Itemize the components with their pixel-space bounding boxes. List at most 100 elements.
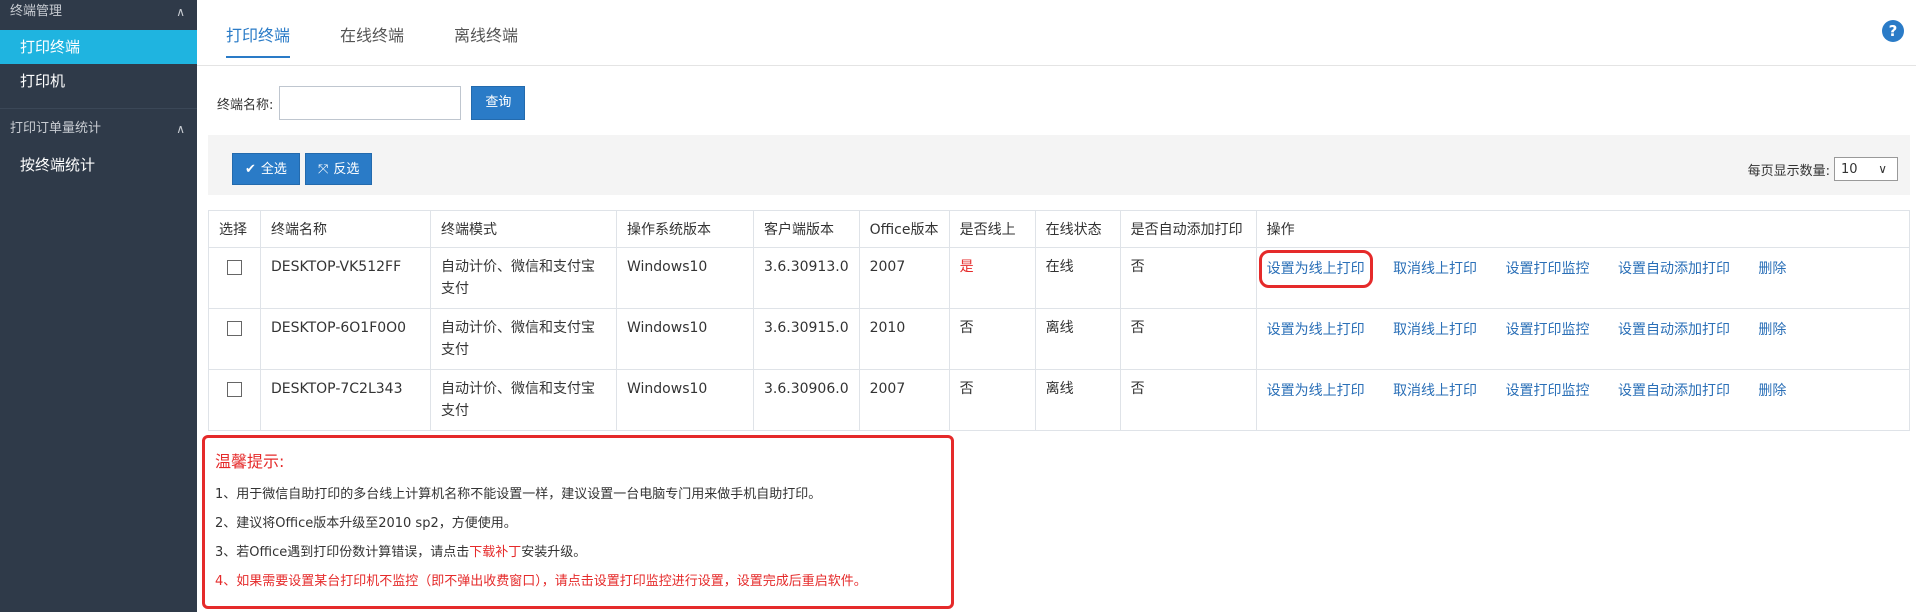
tip-line: 3、若Office遇到打印份数计算错误，请点击下载补丁安装升级。 <box>215 538 941 567</box>
set-online-print-link[interactable]: 设置为线上打印 <box>1258 250 1373 288</box>
tab-print-terminal[interactable]: 打印终端 <box>226 22 291 58</box>
cell-name: DESKTOP-6O1F0O0 <box>260 308 431 370</box>
page-size-label: 每页显示数量: <box>1747 163 1830 179</box>
cancel-online-print-link[interactable]: 取消线上打印 <box>1393 319 1477 341</box>
sidebar-item-label: 按终端统计 <box>20 156 96 174</box>
invert-selection-label: 反选 <box>333 162 360 177</box>
sidebar-group-order-stats[interactable]: 打印订单量统计 ∧ <box>0 108 197 148</box>
sidebar-item-label: 打印机 <box>20 72 66 90</box>
toolbar: ✔ 全选 ⤧ 反选 每页显示数量: 10 ∨ <box>208 135 1910 195</box>
tips-panel: 温馨提示: 1、用于微信自助打印的多台线上计算机名称不能设置一样，建议设置一台电… <box>202 435 954 609</box>
set-online-print-link[interactable]: 设置为线上打印 <box>1267 319 1365 341</box>
cell-client: 3.6.30913.0 <box>753 247 860 309</box>
cell-os: Windows10 <box>616 247 754 309</box>
cell-actions: 设置为线上打印 取消线上打印 设置打印监控 设置自动添加打印 删除 <box>1255 308 1911 370</box>
terminal-name-input[interactable] <box>279 86 462 120</box>
download-patch-link[interactable]: 下载补丁 <box>469 545 521 560</box>
col-header-name: 终端名称 <box>260 210 431 248</box>
set-auto-add-print-link[interactable]: 设置自动添加打印 <box>1618 258 1730 280</box>
cell-os: Windows10 <box>616 369 754 431</box>
tab-bar: 打印终端 在线终端 离线终端 ? <box>197 0 1916 66</box>
col-header-online: 是否线上 <box>948 210 1036 248</box>
cell-actions: 设置为线上打印 取消线上打印 设置打印监控 设置自动添加打印 删除 <box>1255 369 1911 431</box>
cell-mode: 自动计价、微信和支付宝支付 <box>430 369 617 431</box>
cell-name: DESKTOP-7C2L343 <box>260 369 431 431</box>
row-checkbox[interactable] <box>227 260 242 275</box>
tips-title: 温馨提示: <box>215 452 285 471</box>
main-content: 打印终端 在线终端 离线终端 ? 终端名称: 查询 ✔ 全选 ⤧ 反选 每页显示数量… <box>197 0 1916 612</box>
sidebar-item-label: 打印终端 <box>20 38 81 56</box>
cell-online: 否 <box>948 308 1036 370</box>
table-row: DESKTOP-VK512FF 自动计价、微信和支付宝支付 Windows10 … <box>208 247 1911 309</box>
cell-online: 是 <box>948 247 1036 309</box>
col-header-os: 操作系统版本 <box>616 210 754 248</box>
delete-link[interactable]: 删除 <box>1758 380 1786 402</box>
set-online-print-link[interactable]: 设置为线上打印 <box>1267 380 1365 402</box>
table-row: DESKTOP-6O1F0O0 自动计价、微信和支付宝支付 Windows10 … <box>208 308 1911 370</box>
help-icon[interactable]: ? <box>1882 20 1904 42</box>
cell-office: 2007 <box>858 369 950 431</box>
cell-auto-add: 否 <box>1119 369 1257 431</box>
select-all-button[interactable]: ✔ 全选 <box>232 153 300 185</box>
cell-name: DESKTOP-VK512FF <box>260 247 431 309</box>
chevron-up-icon: ∧ <box>176 5 185 19</box>
cell-status: 在线 <box>1034 247 1121 309</box>
sidebar-group-label: 打印订单量统计 <box>10 121 102 136</box>
cell-os: Windows10 <box>616 308 754 370</box>
set-auto-add-print-link[interactable]: 设置自动添加打印 <box>1618 319 1730 341</box>
cell-online: 否 <box>948 369 1036 431</box>
sidebar-group-label: 终端管理 <box>10 4 63 19</box>
tip-text: 安装升级。 <box>521 545 587 560</box>
filter-bar: 终端名称: 查询 <box>217 86 526 120</box>
set-print-monitor-link[interactable]: 设置打印监控 <box>1506 319 1590 341</box>
col-header-office: Office版本 <box>858 210 950 248</box>
col-header-client: 客户端版本 <box>753 210 860 248</box>
sidebar-item-printer[interactable]: 打印机 <box>0 64 197 98</box>
cell-auto-add: 否 <box>1119 308 1257 370</box>
select-all-label: 全选 <box>260 162 287 177</box>
set-auto-add-print-link[interactable]: 设置自动添加打印 <box>1618 380 1730 402</box>
tip-line: 2、建议将Office版本升级至2010 sp2，方便使用。 <box>215 516 517 531</box>
expand-icon: ⤧ <box>318 162 329 177</box>
sidebar-item-stats-by-terminal[interactable]: 按终端统计 <box>0 148 197 182</box>
cell-office: 2010 <box>858 308 950 370</box>
cell-mode: 自动计价、微信和支付宝支付 <box>430 247 617 309</box>
set-print-monitor-link[interactable]: 设置打印监控 <box>1506 258 1590 280</box>
cell-mode: 自动计价、微信和支付宝支付 <box>430 308 617 370</box>
row-checkbox[interactable] <box>227 321 242 336</box>
col-header-actions: 操作 <box>1255 210 1911 248</box>
tab-offline-terminal[interactable]: 离线终端 <box>454 22 518 58</box>
table-row: DESKTOP-7C2L343 自动计价、微信和支付宝支付 Windows10 … <box>208 369 1911 431</box>
sidebar: 终端管理 ∧ 打印终端 打印机 打印订单量统计 ∧ 按终端统计 <box>0 0 197 612</box>
set-print-monitor-link[interactable]: 设置打印监控 <box>1506 380 1590 402</box>
invert-selection-button[interactable]: ⤧ 反选 <box>305 153 373 185</box>
terminal-table: 选择 终端名称 终端模式 操作系统版本 客户端版本 Office版本 是否线上 … <box>208 210 1911 431</box>
tip-text: 3、若Office遇到打印份数计算错误，请点击 <box>215 545 470 560</box>
delete-link[interactable]: 删除 <box>1758 258 1786 280</box>
row-checkbox[interactable] <box>227 382 242 397</box>
tip-line-warning: 4、如果需要设置某台打印机不监控（即不弹出收费窗口），请点击设置打印监控进行设置… <box>215 574 867 589</box>
sidebar-item-print-terminal[interactable]: 打印终端 <box>0 30 197 64</box>
delete-link[interactable]: 删除 <box>1758 319 1786 341</box>
chevron-down-icon: ∨ <box>1878 162 1887 176</box>
page-size-control: 每页显示数量: 10 ∨ <box>1748 157 1898 181</box>
col-header-select: 选择 <box>208 210 261 248</box>
table-header-row: 选择 终端名称 终端模式 操作系统版本 客户端版本 Office版本 是否线上 … <box>208 210 1911 248</box>
cancel-online-print-link[interactable]: 取消线上打印 <box>1393 258 1477 280</box>
col-header-mode: 终端模式 <box>430 210 617 248</box>
col-header-status: 在线状态 <box>1034 210 1121 248</box>
cell-auto-add: 否 <box>1119 247 1257 309</box>
chevron-up-icon: ∧ <box>176 122 185 136</box>
cell-actions: 设置为线上打印 取消线上打印 设置打印监控 设置自动添加打印 删除 <box>1255 247 1911 309</box>
page-size-select[interactable]: 10 ∨ <box>1834 157 1898 181</box>
cell-status: 离线 <box>1034 308 1121 370</box>
cell-client: 3.6.30906.0 <box>753 369 860 431</box>
query-button[interactable]: 查询 <box>471 86 526 120</box>
cell-client: 3.6.30915.0 <box>753 308 860 370</box>
tab-online-terminal[interactable]: 在线终端 <box>340 22 404 58</box>
page-size-value: 10 <box>1841 162 1858 177</box>
sidebar-group-terminal-management[interactable]: 终端管理 ∧ <box>0 0 197 30</box>
col-header-auto-add: 是否自动添加打印 <box>1119 210 1257 248</box>
cancel-online-print-link[interactable]: 取消线上打印 <box>1393 380 1477 402</box>
tip-line: 1、用于微信自助打印的多台线上计算机名称不能设置一样，建议设置一台电脑专门用来做… <box>215 487 822 502</box>
